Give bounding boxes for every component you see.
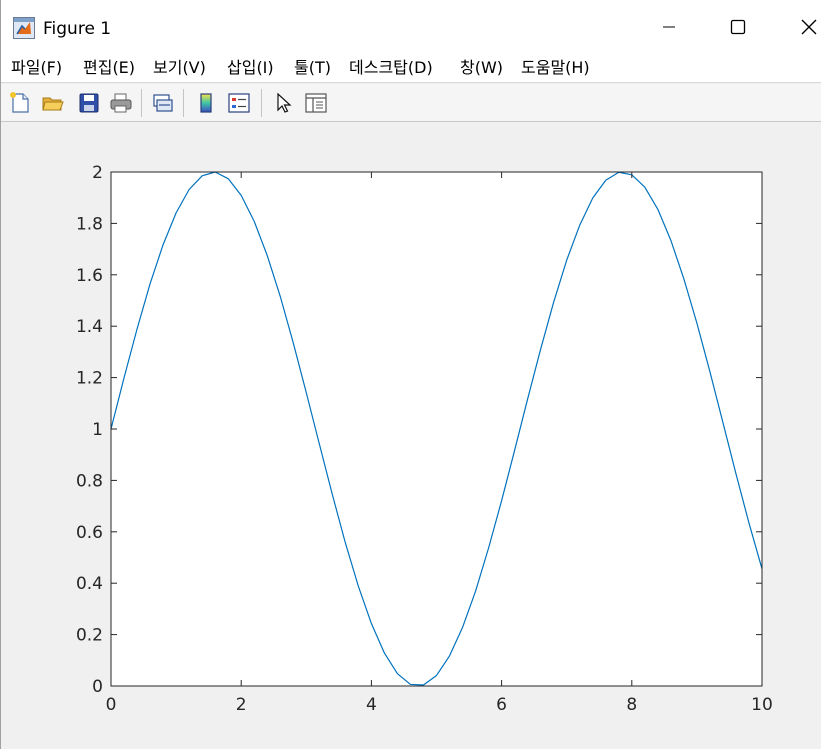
- print-button[interactable]: [108, 90, 134, 116]
- y-tick-label: 0.4: [76, 574, 103, 594]
- link-plot-button[interactable]: [150, 90, 176, 116]
- new-figure-icon: [10, 92, 29, 113]
- menu-file[interactable]: 파일(F): [11, 58, 62, 78]
- x-tick-label: 8: [626, 695, 637, 715]
- figure-toolbar: [1, 84, 821, 122]
- menu-edit[interactable]: 편집(E): [83, 58, 135, 78]
- menu-insert[interactable]: 삽입(I): [227, 58, 274, 78]
- maximize-icon: [730, 19, 746, 35]
- y-tick-label: 1: [92, 420, 103, 440]
- open-file-icon: [42, 97, 64, 111]
- minimize-button[interactable]: [646, 4, 692, 50]
- x-tick-label: 0: [106, 695, 117, 715]
- property-inspector-button[interactable]: [303, 90, 329, 116]
- property-inspector-icon: [305, 93, 327, 113]
- x-tick-label: 10: [751, 695, 773, 715]
- y-tick-label: 1.6: [76, 266, 103, 286]
- new-figure-button[interactable]: [7, 90, 33, 116]
- y-tick-label: 0: [92, 677, 103, 697]
- figure-window: Figure 1 파일(F) 편집(E) 보기(V) 삽입(I) 툴(T) 데스…: [0, 0, 821, 749]
- minimize-icon: [663, 26, 675, 28]
- close-button[interactable]: [786, 4, 821, 50]
- line-chart[interactable]: 0 2 4 6 8 10 0 0.2 0.4 0.6 0.8 1 1.2 1.4 1.6 1.8 2: [1, 123, 821, 749]
- y-tick-label: 0.6: [76, 523, 103, 543]
- x-tick-label: 2: [236, 695, 247, 715]
- title-bar[interactable]: Figure 1: [1, 0, 821, 54]
- y-tick-label: 2: [92, 163, 103, 183]
- y-tick-label: 1.2: [76, 369, 103, 389]
- open-file-button[interactable]: [40, 90, 66, 116]
- print-icon: [110, 93, 132, 113]
- insert-legend-icon: [228, 93, 250, 113]
- y-tick-label: 0.2: [76, 626, 103, 646]
- y-tick-label: 0.8: [76, 471, 103, 491]
- x-tick-label: 6: [496, 695, 507, 715]
- menu-desktop[interactable]: 데스크탑(D): [349, 58, 433, 78]
- menu-view[interactable]: 보기(V): [153, 58, 206, 78]
- y-tick-label: 1.4: [76, 317, 103, 337]
- link-plot-icon: [153, 94, 173, 112]
- insert-colorbar-button[interactable]: [193, 90, 219, 116]
- axes-background: [111, 172, 762, 686]
- edit-plot-button[interactable]: [271, 90, 297, 116]
- menu-bar: 파일(F) 편집(E) 보기(V) 삽입(I) 툴(T) 데스크탑(D) 창(W…: [1, 54, 821, 82]
- edit-plot-cursor-icon: [277, 92, 292, 113]
- toolbar-divider: [261, 89, 262, 117]
- menu-window[interactable]: 창(W): [460, 58, 503, 78]
- toolbar-divider: [183, 89, 184, 117]
- save-icon: [79, 93, 99, 113]
- menu-divider: [1, 82, 821, 83]
- menu-help[interactable]: 도움말(H): [521, 58, 590, 78]
- close-icon: [801, 19, 817, 35]
- toolbar-divider: [141, 89, 142, 117]
- save-button[interactable]: [76, 90, 102, 116]
- menu-tools[interactable]: 툴(T): [294, 58, 331, 78]
- x-tick-label: 4: [366, 695, 377, 715]
- insert-colorbar-icon: [200, 93, 212, 113]
- matlab-figure-icon: [13, 17, 35, 39]
- insert-legend-button[interactable]: [226, 90, 252, 116]
- plot-area[interactable]: 0 2 4 6 8 10 0 0.2 0.4 0.6 0.8 1 1.2 1.4 1.6 1.8 2: [1, 123, 821, 749]
- maximize-button[interactable]: [715, 4, 761, 50]
- window-title: Figure 1: [43, 19, 112, 39]
- y-tick-label: 1.8: [76, 214, 103, 234]
